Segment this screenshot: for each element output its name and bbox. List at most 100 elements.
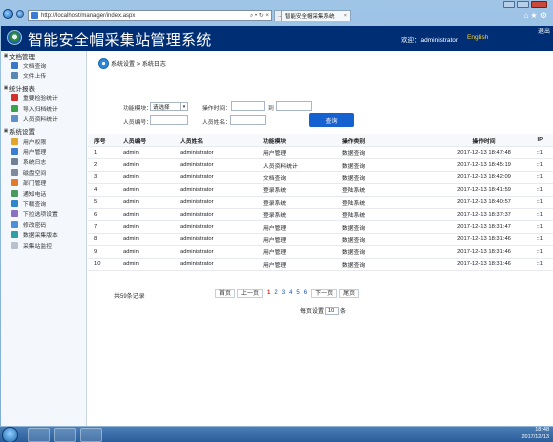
sidebar-item[interactable]: 通知电话 — [1, 188, 86, 198]
taskbar-app-explorer[interactable] — [28, 428, 50, 442]
page-numbers: 123456 — [265, 289, 309, 298]
search-button[interactable]: 查询 — [309, 113, 354, 127]
table-cell: admin — [123, 174, 139, 181]
taskbar-app-helmet[interactable] — [54, 428, 76, 442]
first-page-button[interactable]: 首页 — [215, 289, 236, 298]
download-icon — [11, 199, 18, 207]
prev-page-button[interactable]: 上一页 — [237, 289, 264, 298]
table-row: 6 admin administrator 登录系统 登陆系统 2017-12-13 18… — [88, 209, 553, 222]
table-cell: 用户管理 — [263, 151, 287, 158]
sidebar-item[interactable]: 部门管理 — [1, 178, 86, 188]
logout-link[interactable]: 退出 — [538, 26, 550, 35]
sidebar-item-label: 文件上传 — [23, 74, 47, 81]
table-cell: 2017-12-13 18:31:47 — [457, 224, 511, 231]
document-icon — [11, 61, 18, 69]
table-cell: 2017-12-13 18:31:46 — [457, 261, 511, 268]
page-number-link[interactable]: 6 — [302, 289, 309, 298]
table-cell: admin — [123, 211, 139, 218]
table-cell: 登陆系统 — [342, 188, 366, 195]
address-controls[interactable]: ⌕ • ↻ × — [250, 12, 269, 20]
table-cell: 2 — [94, 162, 98, 169]
breadcrumb: 系统设置 > 系统日志 — [98, 58, 166, 69]
user-name-input[interactable] — [230, 115, 266, 125]
table-cell: admin — [123, 162, 139, 169]
language-link[interactable]: English — [467, 34, 488, 41]
table-cell: ::1 — [536, 174, 543, 181]
sidebar-item[interactable]: 人员资料统计 — [1, 114, 86, 124]
page-number-link[interactable]: 3 — [280, 289, 287, 298]
sidebar-item[interactable]: 导入归档统计 — [1, 103, 86, 113]
browser-tools[interactable]: ⌂ ★ ⚙ — [523, 11, 547, 20]
next-page-button[interactable]: 下一页 — [311, 289, 338, 298]
sidebar-item[interactable]: 采集站监控 — [1, 240, 86, 250]
sidebar-group-title[interactable]: ▣ 文档管理 — [1, 51, 86, 61]
start-button[interactable] — [2, 427, 18, 442]
sidebar-item[interactable]: 重要检验统计 — [1, 93, 86, 103]
table-cell: 用户管理 — [263, 262, 287, 269]
table-cell: 文档查询 — [263, 175, 287, 182]
table-row: 3 admin administrator 文档查询 数据查询 2017-12-13 18… — [88, 172, 553, 185]
taskbar-app-ie[interactable] — [80, 428, 102, 442]
sidebar-item[interactable]: 修改密码 — [1, 219, 86, 229]
sidebar-item[interactable]: 下载查询 — [1, 198, 86, 208]
sidebar-item[interactable]: 用户管理 — [1, 146, 86, 156]
table-cell: 数据查询 — [342, 250, 366, 257]
page-size-label: 每页设置 — [300, 309, 325, 315]
sidebar-item[interactable]: 磁盘空间 — [1, 167, 86, 177]
last-page-button[interactable]: 尾页 — [339, 289, 360, 298]
forward-button[interactable] — [16, 10, 24, 18]
table-row: 4 admin administrator 登录系统 登陆系统 2017-12-13 18… — [88, 184, 553, 197]
user-no-input[interactable] — [150, 115, 188, 125]
page-number-link[interactable]: 1 — [265, 289, 272, 298]
page-number-link[interactable]: 5 — [294, 289, 301, 298]
department-icon — [11, 179, 18, 187]
clock-time: 18:48 — [535, 427, 549, 433]
sidebar-item[interactable]: 系统日志 — [1, 157, 86, 167]
sidebar-item[interactable]: 下拉选项设置 — [1, 209, 86, 219]
sidebar-item-label: 文档查询 — [23, 63, 47, 70]
page-size-input[interactable]: 10 — [325, 306, 340, 315]
clock-date: 2017/12/13 — [521, 434, 549, 440]
column-header: 操作类别 — [342, 138, 366, 145]
module-select[interactable]: 请选择 ▾ — [150, 102, 188, 111]
sidebar-group-title[interactable]: ▣ 系统设置 — [1, 127, 86, 136]
maximize-button[interactable] — [517, 1, 529, 8]
table-cell: 2017-12-13 18:31:46 — [457, 236, 511, 243]
sidebar-item-label: 重要检验统计 — [23, 96, 58, 103]
sidebar-group-title[interactable]: ▣ 统计报表 — [1, 84, 86, 93]
tab-title: 智能安全帽采集系统 — [285, 14, 335, 20]
time-to-input[interactable] — [276, 101, 312, 111]
browser-toolbar: http://localhost/manager/index.aspx ⌕ • … — [0, 0, 553, 26]
back-button[interactable] — [3, 9, 13, 19]
tab-active[interactable]: 智能安全帽采集系统 × — [281, 10, 351, 21]
sidebar-item[interactable]: 文档查询 — [1, 60, 86, 70]
table-row: 2 admin administrator 人员资料统计 数据查询 2017-12-13 … — [88, 159, 553, 172]
table-cell: 1 — [94, 149, 98, 156]
close-window-button[interactable] — [531, 1, 547, 8]
table-row: 10 admin administrator 用户管理 数据查询 2017-12-13 1… — [88, 259, 553, 271]
table-cell: ::1 — [536, 149, 543, 156]
minimize-button[interactable] — [503, 1, 515, 8]
table-cell: admin — [123, 186, 139, 193]
key-icon — [11, 137, 18, 145]
table-cell: administrator — [180, 199, 214, 206]
sidebar-item[interactable]: 数据采集版本 — [1, 229, 86, 239]
page-number-link[interactable]: 4 — [287, 289, 294, 298]
user-name-label: 人员姓名： — [202, 120, 231, 126]
total-records: 共59条记录 — [114, 294, 145, 300]
tab-close-icon[interactable]: × — [341, 13, 347, 19]
time-from-input[interactable] — [231, 101, 265, 111]
table-row: 8 admin administrator 用户管理 数据查询 2017-12-13 18… — [88, 234, 553, 247]
system-clock[interactable]: 18:48 2017/12/13 — [521, 427, 549, 441]
page-number-link[interactable]: 2 — [272, 289, 279, 298]
sidebar-item[interactable]: 文件上传 — [1, 70, 86, 80]
sidebar-item[interactable]: 用户权限 — [1, 136, 86, 146]
table-cell: administrator — [180, 174, 214, 181]
table-row: 5 admin administrator 登录系统 登陆系统 2017-12-13 18… — [88, 197, 553, 209]
sidebar-item-label: 采集站监控 — [23, 243, 52, 250]
table-cell: 人员资料统计 — [263, 163, 298, 170]
table-row: 9 admin administrator 用户管理 数据查询 2017-12-13 18… — [88, 246, 553, 259]
address-bar[interactable]: http://localhost/manager/index.aspx ⌕ • … — [28, 10, 272, 21]
log-icon — [11, 158, 18, 166]
pagination: 首页 上一页 123456 下一页 尾页 — [215, 289, 360, 298]
